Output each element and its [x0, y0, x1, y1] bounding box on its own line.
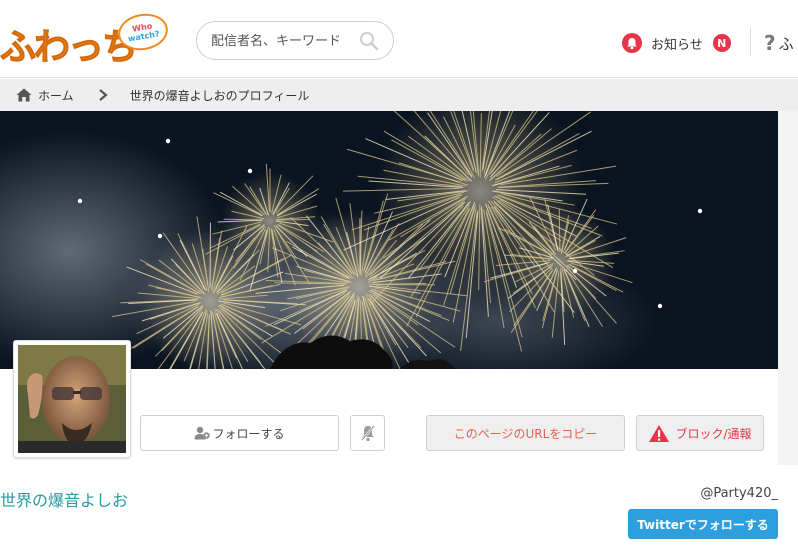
mute-bell-icon	[360, 425, 375, 442]
help-icon: ?	[764, 31, 776, 55]
twitter-handle[interactable]: @Party420_	[700, 486, 778, 501]
display-name: 世界の爆音よしお	[0, 491, 129, 510]
notifications-link[interactable]: お知らせ N	[622, 32, 731, 54]
breadcrumb-home-label: ホーム	[38, 88, 74, 103]
home-icon	[16, 88, 32, 102]
copy-url-button[interactable]: このページのURLをコピー	[426, 415, 625, 451]
avatar-image	[18, 345, 126, 453]
search-box	[196, 21, 394, 60]
cover-side-strip	[778, 111, 798, 465]
block-report-label: ブロック/通報	[675, 426, 752, 441]
follow-button[interactable]: フォローする	[140, 415, 339, 451]
twitter-follow-label: Twitterでフォローする	[637, 517, 769, 532]
mute-notification-button[interactable]	[350, 415, 385, 451]
follow-button-label: フォローする	[212, 426, 285, 441]
warning-icon	[649, 424, 670, 442]
copy-url-label: このページのURLをコピー	[453, 426, 598, 441]
follow-user-icon	[194, 426, 211, 440]
breadcrumb-home[interactable]: ホーム	[16, 87, 74, 104]
header-divider	[750, 28, 751, 56]
twitter-follow-button[interactable]: Twitterでフォローする	[628, 509, 778, 539]
search-icon[interactable]	[359, 31, 379, 51]
cover-image	[0, 111, 778, 369]
help-link[interactable]: ? ふ	[764, 31, 794, 55]
avatar	[13, 340, 131, 458]
site-header: ふわっち Who watch? お知らせ N ? ふ	[0, 0, 798, 78]
notification-label: お知らせ	[651, 37, 703, 53]
logo-text: ふわっち	[0, 27, 139, 69]
breadcrumb: ホーム 世界の爆音よしおのプロフィール	[0, 79, 798, 111]
block-report-button[interactable]: ブロック/通報	[636, 415, 764, 451]
search-input[interactable]	[211, 30, 356, 52]
breadcrumb-current: 世界の爆音よしおのプロフィール	[129, 88, 310, 103]
bell-icon	[622, 33, 642, 53]
help-label: ふ	[778, 34, 794, 53]
chevron-right-icon	[98, 89, 108, 101]
site-logo[interactable]: ふわっち Who watch?	[0, 8, 171, 70]
notification-badge: N	[712, 34, 731, 52]
